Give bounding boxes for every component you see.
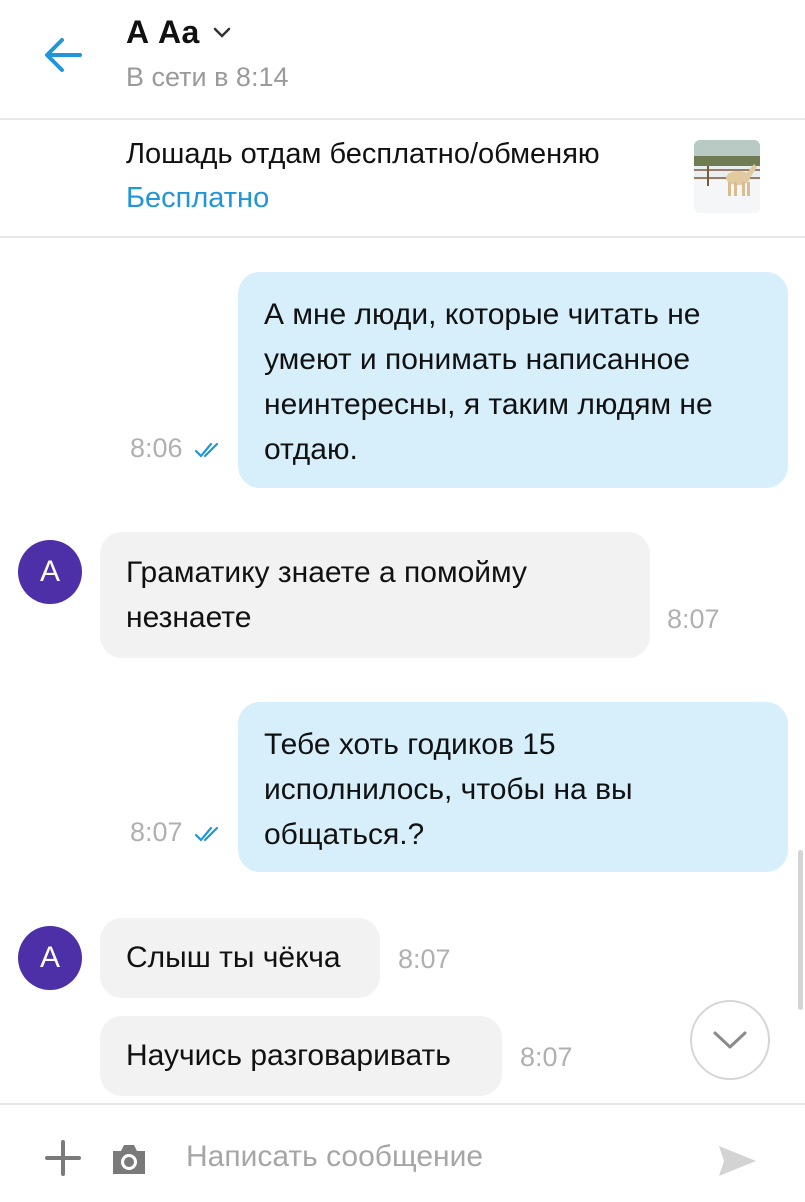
- message-bubble-incoming[interactable]: Слыш ты чёкча: [100, 918, 380, 998]
- camera-icon[interactable]: [109, 1141, 149, 1177]
- avatar[interactable]: А: [18, 540, 82, 604]
- plus-icon[interactable]: [44, 1139, 82, 1177]
- message-text: Тебе хоть годиков 15 исполнилось, чтобы …: [264, 728, 633, 851]
- scroll-down-icon: [713, 1031, 747, 1049]
- message-bubble-incoming[interactable]: Граматику знаете а помойму незнаете: [100, 532, 650, 658]
- listing-thumbnail[interactable]: [694, 140, 760, 213]
- message-composer: [0, 1103, 805, 1202]
- chevron-down-icon: [214, 27, 231, 38]
- send-icon[interactable]: [716, 1143, 758, 1179]
- message-time: 8:07: [398, 944, 451, 974]
- listing-price: Бесплатно: [126, 182, 270, 214]
- message-time: 8:07: [667, 604, 720, 634]
- chat-title[interactable]: А Аа: [126, 14, 231, 51]
- message-time: 8:06: [130, 433, 183, 463]
- message-bubble-outgoing[interactable]: Тебе хоть годиков 15 исполнилось, чтобы …: [238, 702, 788, 872]
- message-text: Научись разговаривать: [126, 1039, 451, 1072]
- scrollbar[interactable]: [798, 850, 803, 1010]
- message-input[interactable]: [184, 1131, 658, 1183]
- message-text: Граматику знаете а помойму незнаете: [126, 556, 527, 634]
- listing-title: Лошадь отдам бесплатно/обменяю: [126, 138, 600, 170]
- listing-card[interactable]: Лошадь отдам бесплатно/обменяю Бесплатно: [0, 120, 805, 238]
- message-text: Слыш ты чёкча: [126, 941, 341, 974]
- read-checks-icon: [194, 442, 219, 458]
- scroll-down-button[interactable]: [690, 1000, 770, 1080]
- avatar[interactable]: А: [18, 926, 82, 990]
- message-bubble-incoming[interactable]: Научись разговаривать: [100, 1016, 502, 1096]
- contact-name: А Аа: [126, 14, 200, 50]
- message-time: 8:07: [130, 817, 183, 847]
- chat-header: А Аа В сети в 8:14: [0, 0, 805, 120]
- message-bubble-outgoing[interactable]: А мне люди, которые читать не умеют и по…: [238, 272, 788, 488]
- back-arrow-icon[interactable]: [38, 30, 88, 80]
- online-status: В сети в 8:14: [126, 62, 289, 92]
- read-checks-icon: [194, 826, 219, 842]
- message-time: 8:07: [520, 1042, 573, 1072]
- message-text: А мне люди, которые читать не умеют и по…: [264, 298, 713, 466]
